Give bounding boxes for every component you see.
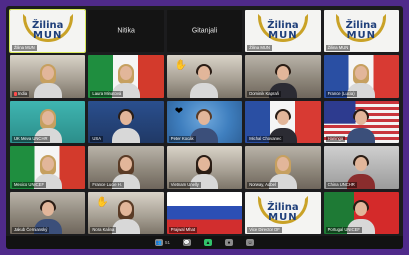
participant-video (190, 63, 219, 98)
video-tile[interactable]: France Lucie H. (88, 146, 164, 189)
participant-name-tag: Michal Chovanec (247, 136, 284, 143)
logo-text-line2: MUN (268, 211, 298, 223)
video-tile[interactable]: ✋ (166, 55, 243, 98)
participant-video (112, 200, 141, 234)
participant-name-tag: UK Meva UNCHR (12, 136, 50, 143)
participant-name: France Lucie H. (92, 181, 122, 187)
participant-name: China UNCHR (327, 181, 355, 187)
video-tile[interactable]: China UNCHR (323, 146, 399, 189)
participant-name: Jakub Černianský (14, 227, 48, 232)
video-tile[interactable]: Žilina MUN Žilina MUN (8, 8, 87, 54)
chat-icon[interactable]: 💬 (183, 239, 191, 246)
participant-name-tag: China UNCHR (325, 181, 357, 188)
video-tile[interactable]: USA (88, 100, 164, 144)
participant-name: Mexico UNICEF (14, 181, 45, 187)
participant-name: India (18, 90, 28, 96)
reactions-icon[interactable]: ☺ (246, 239, 254, 246)
participant-name-tag: India (12, 90, 30, 97)
participant-video (347, 109, 376, 144)
participant-name-tag: Dominik Kapraň (247, 90, 281, 97)
participant-name-tag: Vietnam Unelly (168, 181, 201, 188)
participant-name: USA (92, 136, 102, 142)
heart-reaction-icon: ❤ (174, 105, 184, 117)
participant-name-tag: Jakub Černianský (12, 227, 50, 233)
participant-name-tag: USA (90, 136, 104, 143)
participant-video (33, 63, 62, 98)
video-tile[interactable]: Žilina MUN Žilina MUN (245, 10, 321, 53)
participant-name: Nitika (117, 27, 135, 35)
participant-name: Žilina MUN (327, 45, 349, 51)
participants-button[interactable]: 👥 51 (154, 239, 170, 246)
video-tile[interactable]: Mexico UNICEF (10, 146, 86, 189)
video-tile[interactable]: Žilina MUN Žilina MUN (323, 10, 399, 53)
video-tile[interactable]: Gitanjali (166, 10, 243, 53)
participant-name-tag: France Lucie H. (90, 181, 124, 188)
participant-name: Michal Chovanec (249, 136, 282, 142)
video-grid: Žilina MUN Žilina MUN Nitika Gitanjali Žilina… (8, 8, 399, 234)
participant-name: Portugal UNICEF (327, 227, 360, 232)
participant-name: Norway, Adbel (249, 181, 276, 187)
participant-name-tag: Portugal UNICEF (325, 227, 362, 233)
participant-name: Dominik Kapraň (249, 90, 279, 96)
participant-video (112, 109, 141, 144)
video-tile[interactable]: ❤ Peter Kocák (166, 100, 243, 144)
participant-name: Vice Director DF (249, 227, 280, 232)
raised-hand-icon: ✋ (96, 196, 109, 208)
video-tile[interactable]: Haninga (323, 100, 399, 144)
video-tile[interactable]: Jakub Černianský (10, 191, 86, 234)
video-tile[interactable]: Žilina MUN Vice Director DF (245, 191, 321, 234)
logo-text-line2: MUN (32, 30, 63, 42)
participant-name: Žilina MUN (14, 45, 35, 51)
participant-name: Gitanjali (191, 27, 218, 35)
participant-name-tag: Laura Minatová (90, 90, 124, 97)
participant-name: Prajwal Mhat (170, 227, 195, 232)
mic-muted-icon (14, 91, 17, 96)
video-tile[interactable]: UK Meva UNCHR (10, 100, 86, 144)
video-tile[interactable]: Dominik Kapraň (245, 55, 321, 98)
participant-name-tag: Peter Kocák (168, 136, 196, 143)
video-tile[interactable]: Nitika (88, 10, 164, 53)
participant-name-tag: Nora Kalina (90, 227, 117, 233)
participant-name: Nora Kalina (92, 227, 115, 232)
raised-hand-icon: ✋ (174, 60, 188, 72)
meeting-toolbar: 👥 51 💬 ▲ ● ☺ (6, 236, 403, 249)
participant-name: Haninga (327, 136, 344, 142)
participant-name: Peter Kocák (170, 136, 194, 142)
video-tile[interactable]: Prajwal Mhat (166, 191, 243, 234)
video-tile[interactable]: Portugal UNICEF (323, 191, 399, 234)
logo-text-line2: MUN (268, 30, 298, 42)
meeting-window: Žilina MUN Žilina MUN Nitika Gitanjali Žilina… (6, 6, 403, 249)
video-tile[interactable]: Vietnam Unelly (166, 146, 243, 189)
participant-name: Laura Minatová (92, 90, 122, 96)
participant-name-tag: Žilina MUN (247, 45, 272, 52)
share-screen-icon[interactable]: ▲ (204, 239, 212, 246)
participants-count: 51 (164, 240, 170, 245)
logo-text-line2: MUN (346, 30, 377, 42)
participant-name-tag: Žilina MUN (12, 45, 37, 52)
video-tile[interactable]: Norway, Adbel (245, 146, 321, 189)
video-tile[interactable]: Laura Minatová (88, 55, 164, 98)
record-icon[interactable]: ● (225, 239, 233, 246)
participant-name-tag: France (Lucia) (325, 90, 357, 97)
participant-name-tag: Vice Director DF (247, 227, 282, 233)
participant-name: France (Lucia) (327, 90, 355, 96)
video-tile[interactable]: ✋ Nora Kalina (88, 191, 164, 234)
video-tile[interactable]: India (10, 55, 86, 98)
participants-icon: 👥 (154, 239, 163, 246)
participant-name-tag: Mexico UNICEF (12, 181, 47, 188)
participant-name-tag: Norway, Adbel (247, 181, 278, 188)
video-tile[interactable]: France (Lucia) (323, 55, 399, 98)
participant-name: UK Meva UNCHR (14, 136, 48, 142)
participant-name-tag: Haninga (325, 136, 346, 143)
participant-name: Vietnam Unelly (170, 181, 199, 187)
participant-name-tag: Prajwal Mhat (168, 227, 197, 233)
participant-name: Žilina MUN (249, 45, 270, 51)
video-tile[interactable]: Michal Chovanec (245, 100, 321, 144)
participant-name-tag: Žilina MUN (325, 45, 351, 52)
